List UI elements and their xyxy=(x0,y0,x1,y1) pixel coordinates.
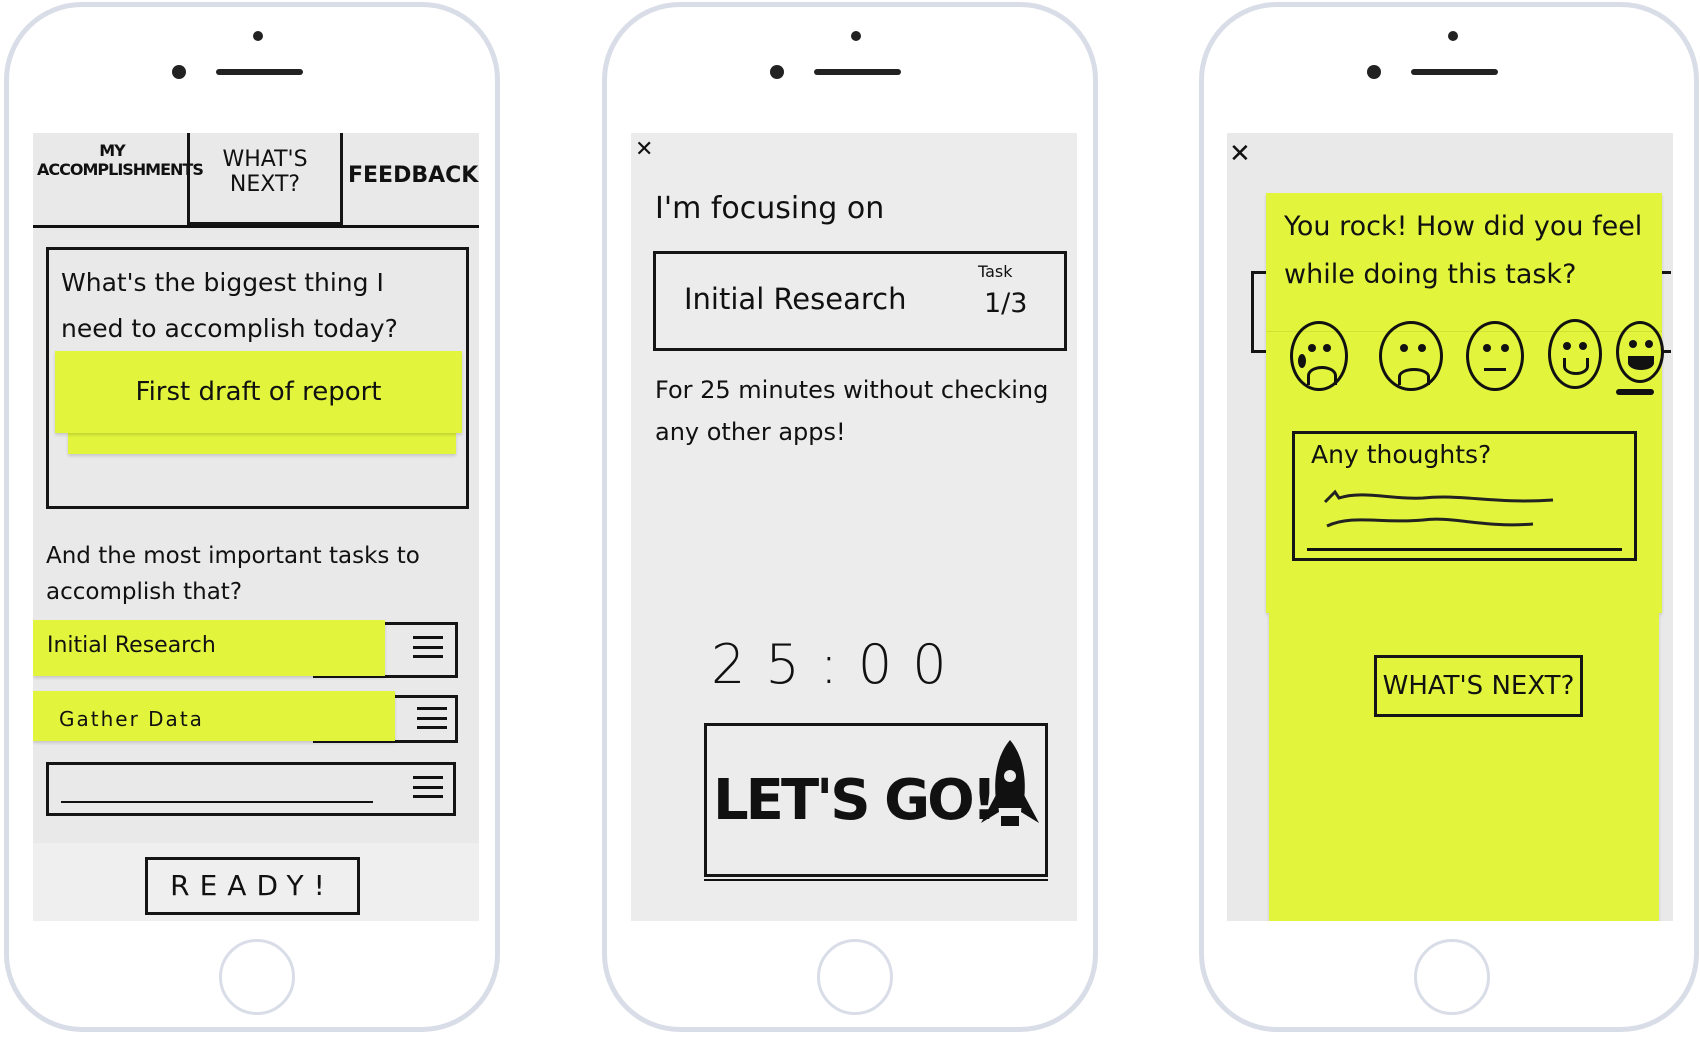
task-label: Task xyxy=(978,262,1013,281)
lets-go-button[interactable]: LET'S GO! xyxy=(704,723,1048,877)
scribble-text xyxy=(1323,489,1554,528)
sticky-fold xyxy=(68,433,456,454)
camera-icon xyxy=(770,65,784,79)
goal-question: What's the biggest thing I need to accom… xyxy=(61,268,398,343)
task-item[interactable]: Gather Data xyxy=(33,691,395,741)
home-button[interactable] xyxy=(219,939,295,1015)
feedback-question: You rock! How did you feel while doing t… xyxy=(1284,211,1643,290)
tab-divider xyxy=(33,225,479,228)
thoughts-label: Any thoughts? xyxy=(1311,440,1492,469)
task-item-empty[interactable] xyxy=(46,762,456,816)
home-button[interactable] xyxy=(1414,939,1490,1015)
focus-heading: I'm focusing on xyxy=(655,191,885,226)
tab-label: WHAT'S NEXT? xyxy=(222,147,308,197)
close-icon[interactable]: ✕ xyxy=(635,137,653,162)
phone-frame-1: MY ACCOMPLISHMENTS WHAT'S NEXT? FEEDBACK… xyxy=(4,2,500,1032)
rocket-icon xyxy=(981,740,1039,826)
close-icon[interactable]: ✕ xyxy=(1229,139,1251,169)
input-underline xyxy=(61,801,373,803)
mood-happy-icon[interactable] xyxy=(1548,319,1602,389)
screen-feedback: ✕ You rock! How did you feel while doing… xyxy=(1227,133,1673,921)
mood-very-sad-icon[interactable] xyxy=(1290,321,1348,391)
current-task-name: Initial Research xyxy=(684,282,907,316)
countdown-timer: 25:00 xyxy=(711,633,967,696)
phone-frame-3: ✕ You rock! How did you feel while doing… xyxy=(1199,2,1699,1032)
lets-go-label: LET'S GO! xyxy=(713,768,997,833)
sensor-dot xyxy=(851,31,861,41)
home-button[interactable] xyxy=(817,939,893,1015)
tab-whats-next[interactable]: WHAT'S NEXT? xyxy=(187,133,343,225)
focus-instruction: For 25 minutes without checking any othe… xyxy=(655,376,1049,446)
task-progress: 1/3 xyxy=(984,288,1028,319)
screen-focus: ✕ I'm focusing on Initial Research Task … xyxy=(631,133,1077,921)
task-item[interactable]: Initial Research xyxy=(33,620,385,676)
speaker-grille xyxy=(814,69,901,75)
camera-icon xyxy=(1367,65,1381,79)
screen-planning: MY ACCOMPLISHMENTS WHAT'S NEXT? FEEDBACK… xyxy=(33,133,479,921)
ready-button[interactable]: READY! xyxy=(145,857,360,915)
camera-icon xyxy=(172,65,186,79)
tab-feedback[interactable]: FEEDBACK xyxy=(348,163,478,188)
thoughts-input[interactable]: Any thoughts? xyxy=(1292,431,1637,561)
button-shadow-line xyxy=(704,879,1048,881)
drag-handle-icon[interactable] xyxy=(413,636,443,658)
tab-my-accomplishments[interactable]: MY ACCOMPLISHMENTS xyxy=(37,141,204,179)
mood-very-happy-icon[interactable] xyxy=(1616,321,1664,383)
drag-handle-icon[interactable] xyxy=(413,776,443,798)
phone-frame-2: ✕ I'm focusing on Initial Research Task … xyxy=(602,2,1098,1032)
speaker-grille xyxy=(1411,69,1498,75)
goal-input[interactable]: First draft of report xyxy=(55,351,462,433)
sensor-dot xyxy=(1448,31,1458,41)
sensor-dot xyxy=(253,31,263,41)
tasks-question: And the most important tasks to accompli… xyxy=(46,543,420,605)
mood-neutral-icon[interactable] xyxy=(1466,321,1524,391)
speaker-grille xyxy=(216,69,303,75)
input-underline xyxy=(1307,548,1622,551)
whats-next-button[interactable]: WHAT'S NEXT? xyxy=(1374,655,1583,717)
current-task-card: Initial Research Task 1/3 xyxy=(653,251,1067,351)
drag-handle-icon[interactable] xyxy=(417,707,447,729)
mood-sad-icon[interactable] xyxy=(1379,321,1443,391)
selected-mood-indicator xyxy=(1616,389,1654,395)
